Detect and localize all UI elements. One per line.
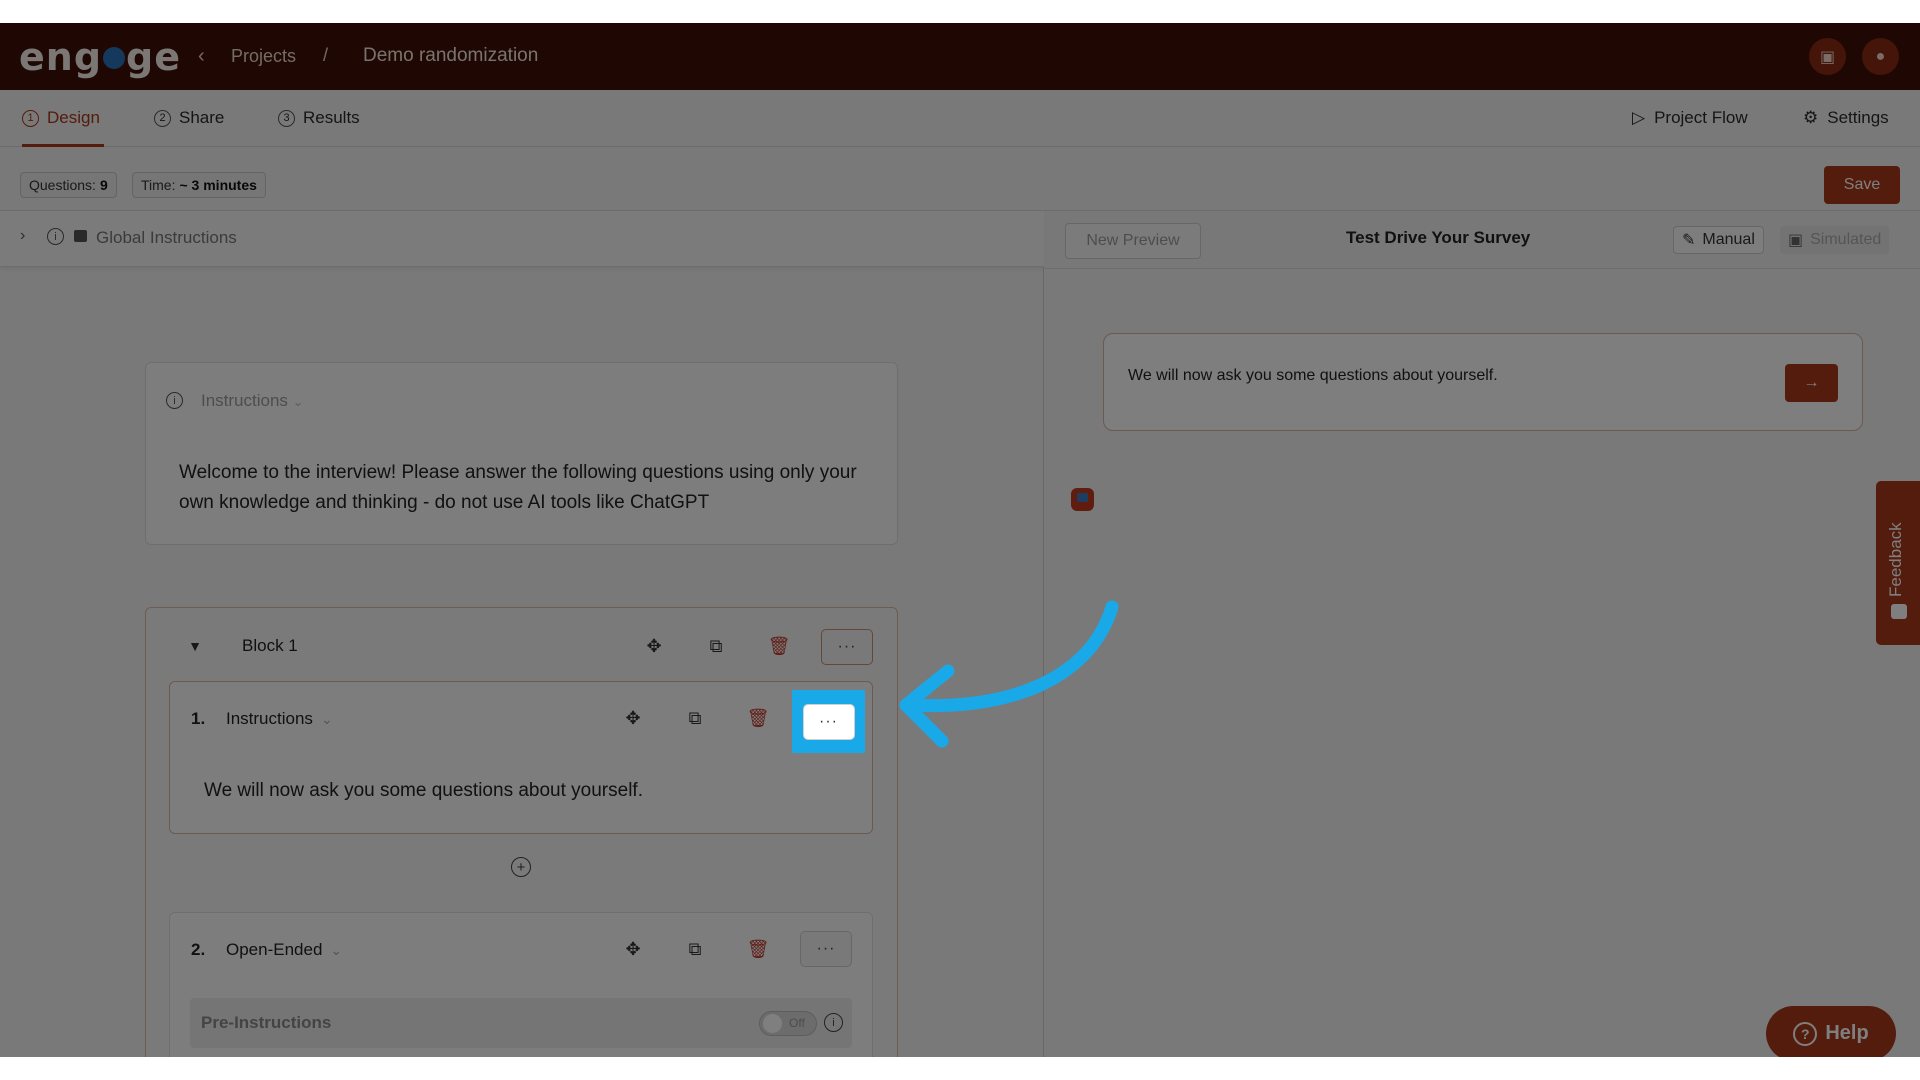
stats-row: Questions: 9 Time: ~ 3 minutes xyxy=(0,147,1920,211)
time-value: ~ 3 minutes xyxy=(179,177,257,193)
trash-icon[interactable]: 🗑 xyxy=(746,937,770,961)
question-type-select[interactable]: Instructions ⌄ xyxy=(201,391,304,411)
settings-label: Settings xyxy=(1827,108,1889,127)
breadcrumb-current: Demo randomization xyxy=(363,45,539,66)
toggle-knob xyxy=(763,1014,782,1033)
questions-count-chip: Questions: 9 xyxy=(20,172,117,198)
feedback-label: Feedback xyxy=(1886,522,1905,597)
preview-toolbar: New Preview Test Drive Your Survey ✎ Man… xyxy=(1045,211,1920,269)
instructions-text[interactable]: Welcome to the interview! Please answer … xyxy=(179,458,879,518)
info-icon[interactable]: i xyxy=(824,1013,843,1032)
tab-label: Design xyxy=(47,108,100,127)
time-label: Time: xyxy=(141,177,176,193)
step-number: 3 xyxy=(278,109,295,127)
breadcrumb-projects[interactable]: Projects xyxy=(231,46,296,67)
question-number: 2. xyxy=(191,940,206,959)
block-title[interactable]: Block 1 xyxy=(242,636,298,656)
help-label: Help xyxy=(1825,1022,1869,1044)
preview-message-text: We will now ask you some questions about… xyxy=(1128,367,1498,384)
question-text[interactable]: We will now ask you some questions about… xyxy=(204,780,643,802)
step-number: 2 xyxy=(154,109,171,127)
global-instructions-label: Global Instructions xyxy=(96,228,237,247)
trash-icon[interactable]: 🗑 xyxy=(767,634,791,658)
tab-row: 1 Design 2 Share 3 Results ▷ Project Flo… xyxy=(0,90,1920,147)
mode-simulated-label: Simulated xyxy=(1810,231,1882,248)
lock-icon xyxy=(74,230,87,242)
save-button[interactable]: Save xyxy=(1824,166,1900,204)
briefcase-icon[interactable]: ▣ xyxy=(1809,38,1846,75)
project-flow-label: Project Flow xyxy=(1654,108,1748,127)
project-flow-link[interactable]: ▷ Project Flow xyxy=(1632,108,1748,128)
chevron-left-icon[interactable]: ‹ xyxy=(198,45,205,68)
tab-results[interactable]: 3 Results xyxy=(278,108,360,128)
toggle-label: Off xyxy=(789,1016,805,1030)
global-instructions-bar[interactable]: › i Global Instructions xyxy=(0,211,1044,267)
tab-label: Results xyxy=(303,108,360,127)
question-icon: ? xyxy=(1793,1021,1818,1046)
mode-manual-button[interactable]: ✎ Manual xyxy=(1673,226,1764,254)
mode-manual-label: Manual xyxy=(1702,231,1755,248)
questions-value: 9 xyxy=(99,177,108,193)
pre-instructions-label: Pre-Instructions xyxy=(201,1013,332,1032)
question-type-select[interactable]: Instructions ⌄ xyxy=(226,709,333,729)
preview-title: Test Drive Your Survey xyxy=(1346,228,1531,247)
move-icon[interactable]: ✥ xyxy=(642,634,666,658)
preview-pane: New Preview Test Drive Your Survey ✎ Man… xyxy=(1045,211,1920,1057)
play-icon: ▷ xyxy=(1632,108,1646,127)
collapse-caret-icon[interactable]: ▼ xyxy=(183,634,207,658)
info-icon: i xyxy=(166,392,183,409)
move-icon[interactable]: ✥ xyxy=(621,706,645,730)
pre-instructions-row: Pre-Instructions Off i xyxy=(190,998,852,1048)
highlighted-question-more-button[interactable]: ··· xyxy=(792,690,865,753)
engage-logo[interactable]: eng ge xyxy=(19,35,181,79)
question-type-select[interactable]: Open-Ended ⌄ xyxy=(226,940,342,960)
copy-icon[interactable]: ⧉ xyxy=(704,634,728,658)
tab-share[interactable]: 2 Share xyxy=(154,108,224,128)
copy-icon[interactable]: ⧉ xyxy=(683,937,707,961)
info-icon: i xyxy=(47,228,64,245)
intro-instructions-card: i Instructions ⌄ Welcome to the intervie… xyxy=(145,362,898,545)
bot-avatar-icon xyxy=(1071,488,1094,511)
feedback-tab[interactable]: Feedback xyxy=(1876,481,1920,645)
copy-icon[interactable]: ⧉ xyxy=(683,706,707,730)
help-button[interactable]: ? Help xyxy=(1766,1006,1896,1057)
pre-instructions-toggle[interactable]: Off xyxy=(759,1011,817,1036)
move-icon[interactable]: ✥ xyxy=(621,937,645,961)
step-number: 1 xyxy=(22,109,39,127)
tab-design[interactable]: 1 Design xyxy=(22,108,100,128)
gear-icon: ⚙ xyxy=(1803,108,1819,127)
block-more-button[interactable]: ··· xyxy=(821,629,873,665)
time-estimate-chip: Time: ~ 3 minutes xyxy=(132,172,266,198)
smile-icon xyxy=(1891,604,1907,619)
add-question-icon[interactable]: + xyxy=(511,857,531,877)
logo-dot xyxy=(103,46,126,69)
mode-simulated-button[interactable]: ▣ Simulated xyxy=(1780,226,1890,254)
user-icon[interactable]: ● xyxy=(1862,38,1899,75)
question-card-1: 1. Instructions ⌄ ✥ ⧉ 🗑 We will now ask y… xyxy=(169,681,873,834)
new-preview-button[interactable]: New Preview xyxy=(1065,223,1201,259)
tutorial-arrow xyxy=(899,600,1119,748)
tab-label: Share xyxy=(179,108,225,127)
settings-link[interactable]: ⚙ Settings xyxy=(1803,108,1889,128)
top-bar: eng ge ‹ Projects / Demo randomization ▣ … xyxy=(0,23,1920,90)
next-arrow-button[interactable]: → xyxy=(1785,364,1838,402)
breadcrumb-separator: / xyxy=(323,45,329,65)
question-number: 1. xyxy=(191,709,206,728)
chevron-right-icon[interactable]: › xyxy=(20,227,25,245)
preview-message: We will now ask you some questions about… xyxy=(1103,333,1863,431)
pencil-icon: ✎ xyxy=(1682,232,1696,249)
question-more-button[interactable]: ··· xyxy=(802,703,855,740)
questions-label: Questions: xyxy=(29,177,96,193)
trash-icon[interactable]: 🗑 xyxy=(746,706,770,730)
app-window: eng ge ‹ Projects / Demo randomization ▣ … xyxy=(0,23,1920,1057)
chat-icon: ▣ xyxy=(1788,232,1804,249)
question-more-button[interactable]: ··· xyxy=(800,931,852,967)
